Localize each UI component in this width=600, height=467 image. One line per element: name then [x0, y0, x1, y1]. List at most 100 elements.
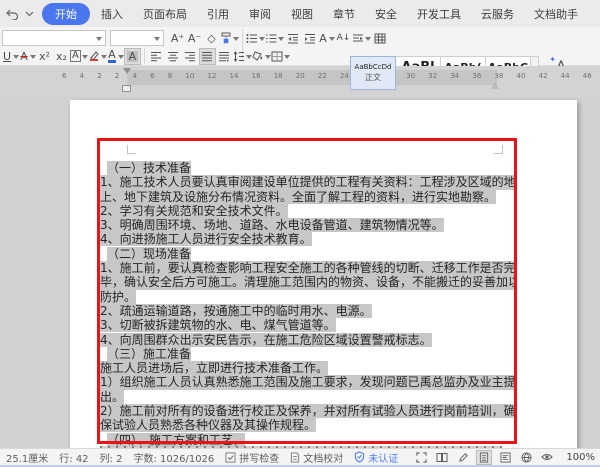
borders-button[interactable]	[271, 48, 290, 65]
format-painter-button[interactable]	[220, 30, 239, 47]
tab-section[interactable]: 章节	[324, 3, 364, 25]
style-preview: AaBbCcDd	[354, 63, 392, 71]
char-border-icon: A	[70, 50, 81, 62]
line-indicator: 行: 42	[59, 453, 89, 465]
align-right-button[interactable]	[182, 48, 199, 65]
customize-quick-access-icon[interactable]	[25, 11, 34, 17]
numbered-list-button[interactable]	[265, 30, 284, 47]
insert-table-button[interactable]	[371, 30, 388, 47]
proofread-button[interactable]: 文档校对	[290, 450, 343, 465]
word-count[interactable]: 字数: 1026/1026	[133, 450, 214, 465]
underline-button[interactable]: U	[2, 48, 19, 65]
eye-icon	[541, 454, 554, 460]
tab-doc-assistant[interactable]: 文档助手	[525, 3, 587, 25]
status-bar: 25.1厘米 行: 42 列: 2 字数: 1026/1026 拼写检查 文档校…	[0, 448, 600, 467]
decrease-font-icon: A⁻	[187, 31, 202, 45]
increase-font-button[interactable]: A⁺	[169, 30, 186, 47]
justify-button[interactable]	[198, 47, 216, 65]
sparkle-icon: ✦	[549, 55, 556, 64]
page-size-indicator: 25.1厘米	[6, 453, 49, 465]
read-mode-button[interactable]	[434, 450, 450, 465]
align-center-button[interactable]	[165, 48, 182, 65]
justify-icon	[202, 51, 213, 61]
status-right: 100%	[413, 449, 600, 465]
undo-icon[interactable]	[6, 8, 19, 20]
eye-protection-button[interactable]	[539, 450, 555, 465]
line-spacing-button[interactable]	[233, 48, 252, 65]
clear-format-button[interactable]: ◇	[203, 30, 220, 47]
proofread-icon	[291, 451, 300, 463]
distribute-icon	[219, 51, 230, 62]
font-color-button[interactable]: A	[107, 48, 124, 65]
tab-developer[interactable]: 开发工具	[408, 3, 470, 25]
highlight-button[interactable]	[88, 48, 107, 65]
web-view-button[interactable]	[518, 450, 534, 465]
style-normal[interactable]: AaBbCcDd 正文	[350, 56, 396, 90]
align-left-icon	[151, 51, 162, 61]
table-icon	[374, 33, 385, 43]
shield-icon	[355, 451, 365, 463]
tab-references[interactable]: 引用	[198, 3, 238, 25]
column-indicator: 列: 2	[99, 453, 123, 465]
globe-icon	[521, 451, 532, 463]
decrease-indent-button[interactable]	[284, 30, 301, 47]
increase-indent-icon	[304, 33, 315, 43]
read-mode-icon	[436, 452, 448, 462]
increase-indent-button[interactable]	[301, 30, 318, 47]
superscript-button[interactable]: x²	[36, 48, 53, 65]
page-view-icon	[480, 451, 489, 463]
ruler-numbers: 6422468101214161820222426283032343638404…	[62, 72, 592, 80]
borders-icon	[271, 51, 283, 61]
verify-status-label: 未认证	[368, 453, 399, 465]
tab-cloud[interactable]: 云服务	[472, 3, 523, 25]
highlight-pen-icon	[89, 51, 99, 61]
ribbon-tab-bar: 开始 插入 页面布局 引用 审阅 视图 章节 安全 开发工具 云服务 文档助手	[0, 0, 600, 27]
right-indent-marker[interactable]	[491, 78, 499, 89]
decrease-indent-icon	[287, 33, 298, 43]
decrease-font-button[interactable]: A⁻	[186, 30, 203, 47]
style-name: 正文	[365, 73, 381, 82]
clear-format-icon: ◇	[207, 31, 216, 45]
align-left-button[interactable]	[148, 48, 165, 65]
text-effect-button[interactable]: A	[318, 30, 335, 47]
superscript-icon: x²	[39, 49, 50, 63]
tab-review[interactable]: 审阅	[240, 3, 280, 25]
subscript-button[interactable]: x₂	[53, 48, 70, 65]
horizontal-ruler: 6422468101214161820222426283032343638404…	[0, 66, 600, 97]
subscript-icon: x₂	[56, 49, 67, 63]
zoom-level[interactable]: 100%	[566, 452, 595, 463]
ribbon-row-font-bottom: U A x² x₂ A A A	[2, 47, 290, 65]
styles-scroll-up-icon[interactable]	[532, 59, 538, 65]
distribute-button[interactable]	[216, 48, 233, 65]
page-view-button[interactable]	[476, 449, 493, 465]
increase-font-icon: A⁺	[170, 31, 185, 45]
underline-icon: U	[2, 49, 12, 63]
char-border-button[interactable]: A	[70, 48, 88, 65]
text-effect-icon: A	[319, 31, 327, 45]
font-size-combo[interactable]	[110, 30, 164, 46]
strikethrough-button[interactable]: A	[19, 48, 36, 65]
fullscreen-button[interactable]	[413, 450, 429, 465]
bullet-list-button[interactable]	[246, 30, 265, 47]
shading-button[interactable]	[252, 48, 271, 65]
outline-view-button[interactable]	[497, 450, 513, 465]
tab-home[interactable]: 开始	[42, 2, 90, 25]
ribbon-tabs: 开始 插入 页面布局 引用 审阅 视图 章节 安全 开发工具 云服务 文档助手	[42, 2, 587, 25]
verify-status-button[interactable]: 未认证	[354, 450, 398, 465]
spell-check-button[interactable]: 拼写检查	[225, 450, 279, 465]
asian-layout-button[interactable]	[352, 30, 371, 47]
first-line-indent-marker[interactable]	[123, 68, 131, 78]
tab-view[interactable]: 视图	[282, 3, 322, 25]
write-mode-button[interactable]	[455, 450, 471, 465]
ribbon-row-font-top: A⁺ A⁻ ◇ A A↓	[2, 29, 388, 59]
status-left: 25.1厘米 行: 42 列: 2 字数: 1026/1026 拼写检查 文档校…	[0, 450, 413, 465]
tab-insert[interactable]: 插入	[92, 3, 132, 25]
tab-security[interactable]: 安全	[366, 3, 406, 25]
strikethrough-icon: A	[20, 49, 28, 63]
tab-page-layout[interactable]: 页面布局	[134, 3, 196, 25]
wps-writer-window: 开始 插入 页面布局 引用 审阅 视图 章节 安全 开发工具 云服务 文档助手 …	[0, 0, 600, 467]
sort-button[interactable]: A↓	[335, 30, 352, 47]
font-name-combo[interactable]	[2, 30, 106, 46]
left-indent-marker[interactable]	[122, 85, 131, 92]
char-shading-button[interactable]: A	[123, 47, 141, 65]
